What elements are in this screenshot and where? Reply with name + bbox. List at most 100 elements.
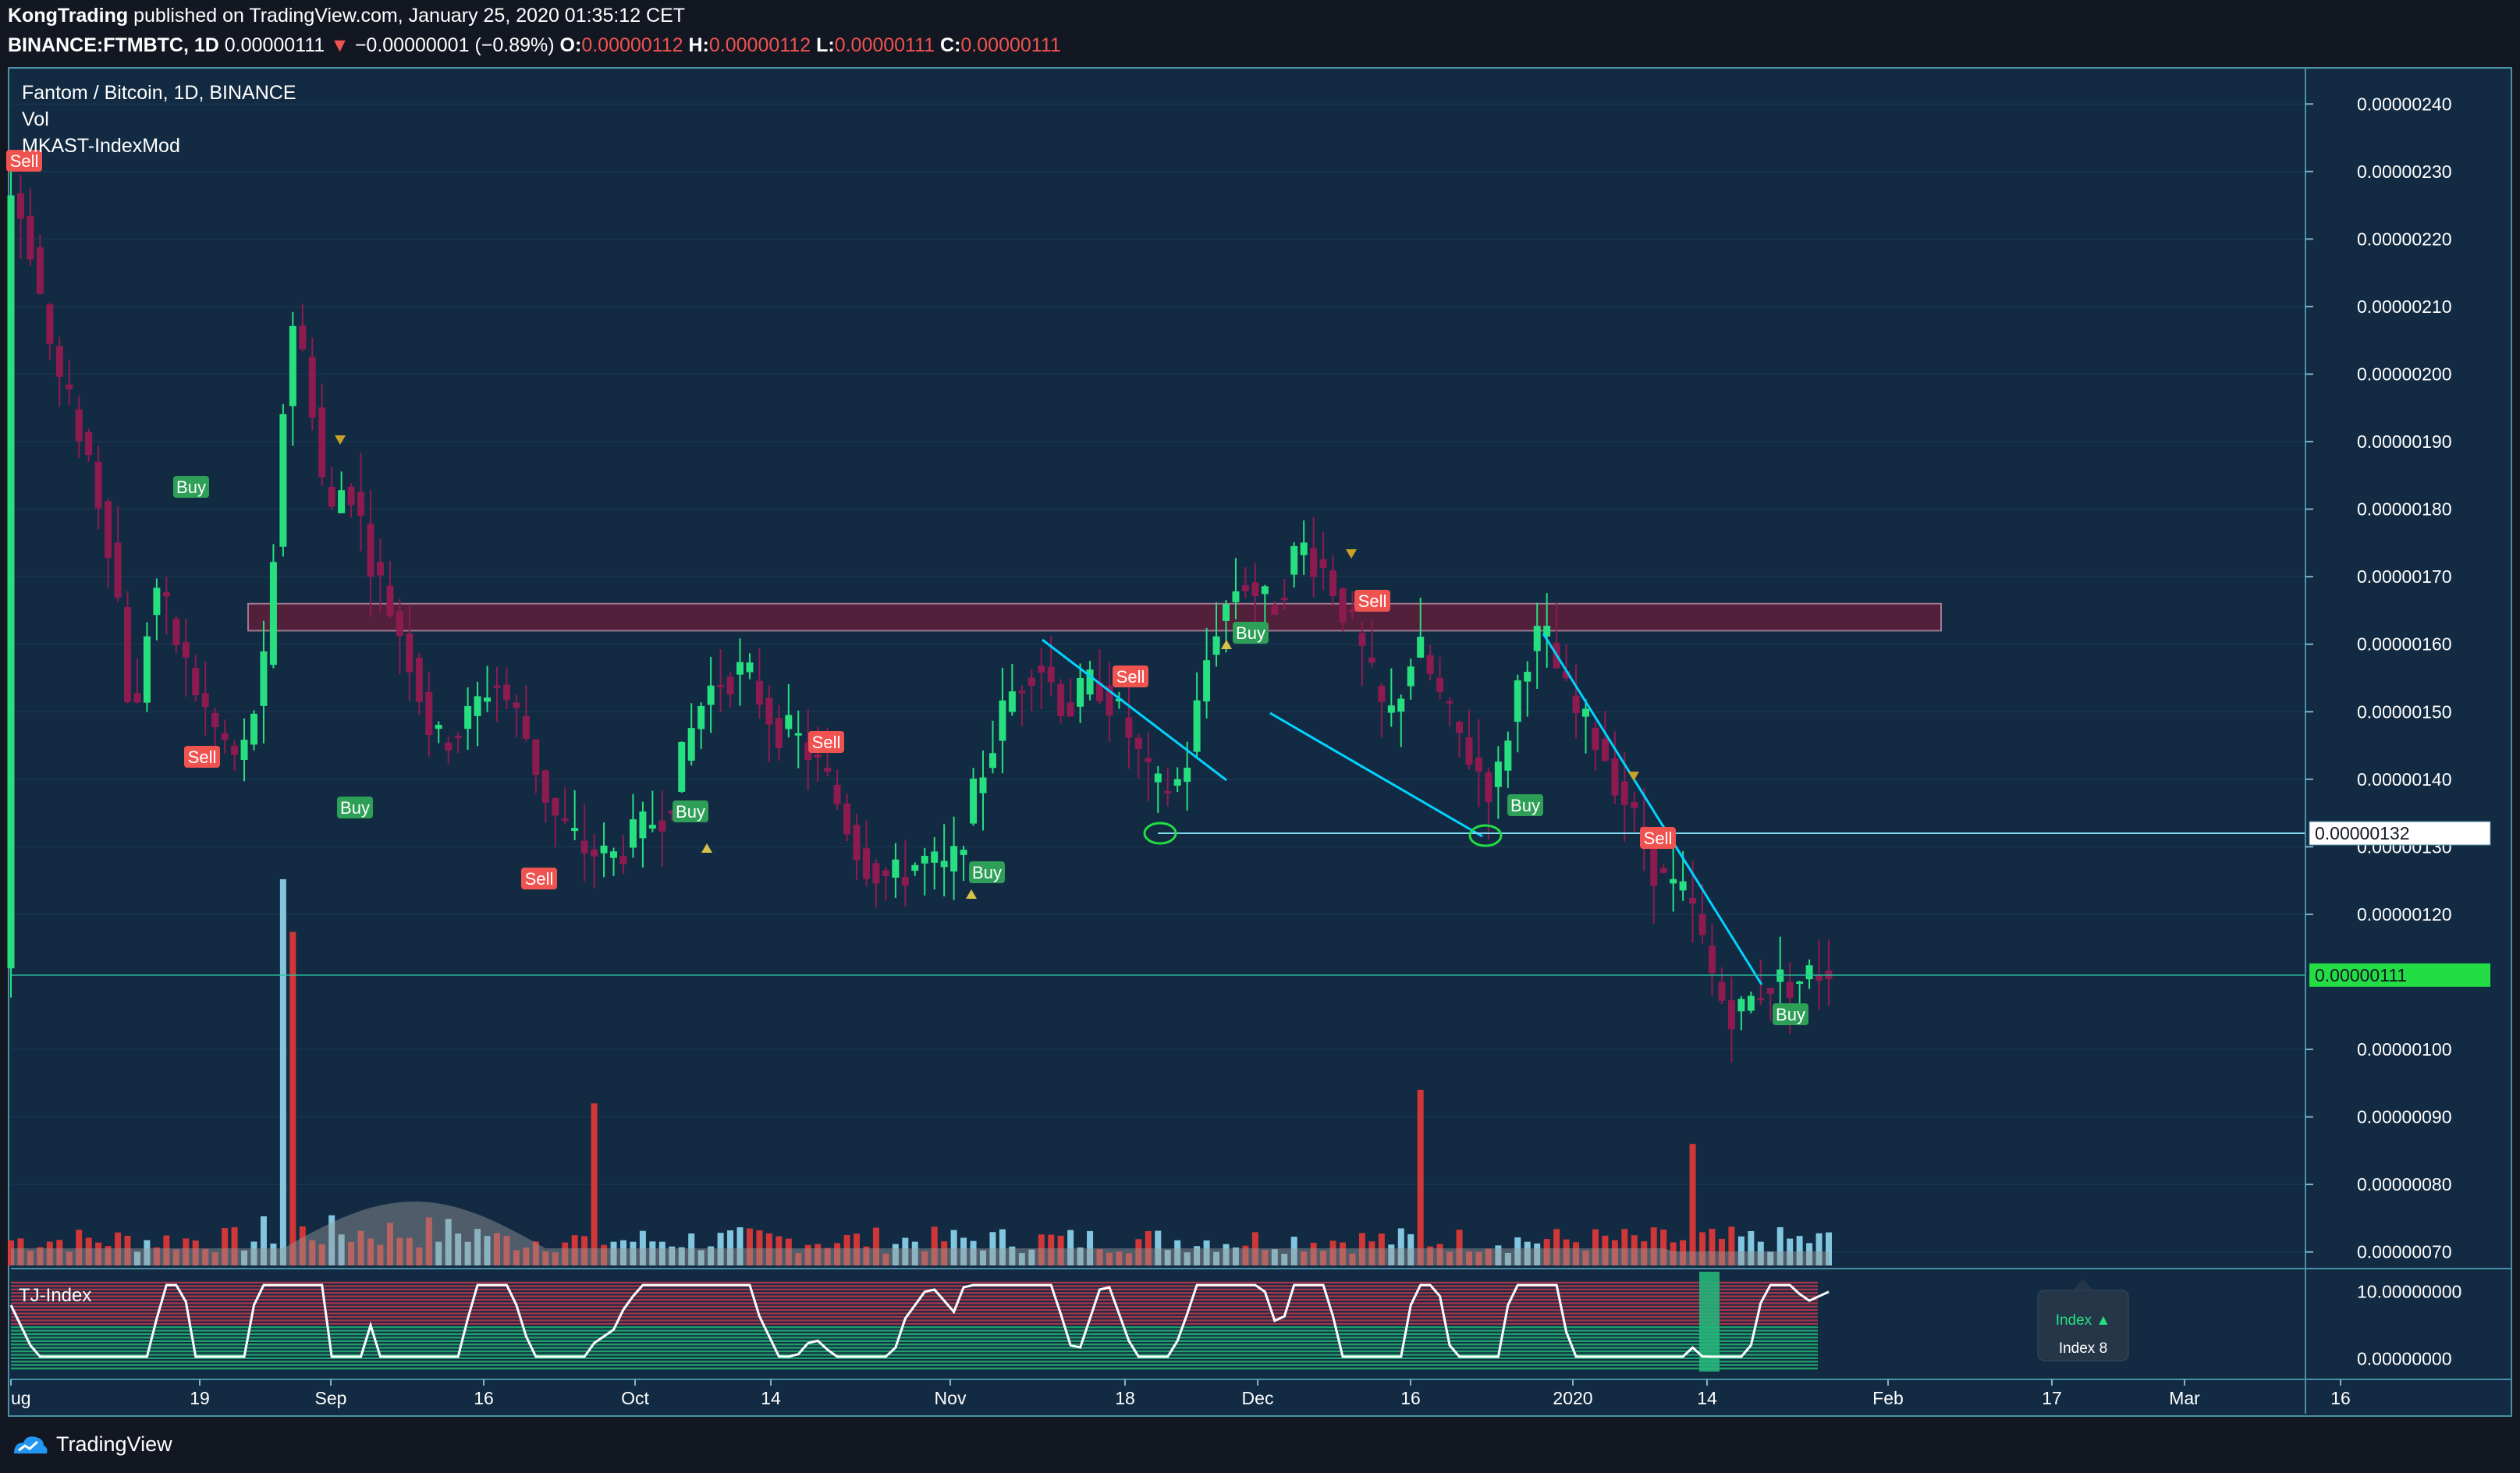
candle-body <box>425 691 433 736</box>
candle-body <box>1067 702 1074 717</box>
candle-body <box>367 524 374 577</box>
tradingview-logo-icon <box>14 1436 48 1453</box>
candle-body <box>240 740 248 760</box>
candle-body <box>406 633 413 673</box>
candle-body <box>1718 981 1726 1001</box>
candle-body <box>1709 946 1716 974</box>
sell-signal: Sell <box>808 731 844 753</box>
trendline[interactable] <box>1542 633 1763 985</box>
candle-body <box>376 562 384 576</box>
signal-label: Buy <box>1236 623 1265 643</box>
candle-body <box>610 851 618 858</box>
candle-body <box>911 864 919 871</box>
candle-body <box>717 684 725 687</box>
candle-body <box>1038 665 1045 673</box>
candle-body <box>571 828 579 832</box>
price-tick-label: 0.00000190 <box>2357 431 2452 452</box>
candle-body <box>1572 695 1580 714</box>
buy-signal: Buy <box>173 476 209 498</box>
candle-body <box>1329 570 1337 596</box>
candle-body <box>736 662 744 675</box>
candle-body <box>1339 588 1347 623</box>
candle-body <box>1407 666 1414 687</box>
price-tick-label: 0.00000140 <box>2357 769 2452 790</box>
candle-body <box>726 676 734 695</box>
candle-body <box>1387 705 1395 713</box>
candle-body <box>250 713 257 745</box>
resistance-zone[interactable] <box>247 602 1942 632</box>
candle-body <box>328 486 335 507</box>
volume-bar <box>591 1103 598 1265</box>
candle-body <box>1796 981 1804 985</box>
candle-body <box>357 492 365 516</box>
candle-body <box>260 651 268 706</box>
candle-body <box>124 607 132 702</box>
signal-label: Sell <box>1116 667 1145 687</box>
brand-name: TradingView <box>56 1432 172 1456</box>
time-tick-label: 16 <box>474 1388 494 1408</box>
signal-triangle <box>335 435 346 445</box>
candle-body <box>892 859 900 878</box>
candle-body <box>1533 626 1541 651</box>
candle-body <box>338 490 346 513</box>
time-tick-label: Oct <box>621 1388 649 1408</box>
candle-body <box>921 855 928 864</box>
price-chart[interactable]: Sell Buy Sell Buy Sell Buy Sell Buy Sell Buy Sell B… <box>0 0 2520 1418</box>
candle-body <box>853 825 861 861</box>
candle-body <box>999 700 1006 741</box>
price-tick-label: 0.00000170 <box>2357 566 2452 587</box>
time-tick-label: Feb <box>1872 1388 1904 1408</box>
signal-label: Buy <box>340 798 370 818</box>
volume-legend[interactable]: Vol <box>22 108 49 130</box>
candle-body <box>541 770 549 803</box>
price-tick-label: 0.00000180 <box>2357 499 2452 520</box>
candle-body <box>882 870 889 876</box>
candle-body <box>1368 657 1375 663</box>
candle-body <box>1786 981 1794 998</box>
price-tick-label: 0.00000080 <box>2357 1174 2452 1194</box>
candle-body <box>591 849 598 857</box>
candle-body <box>1456 722 1464 733</box>
sell-signal: Sell <box>184 746 220 768</box>
sell-signal: Sell <box>1354 590 1390 612</box>
candle-body <box>1261 586 1269 595</box>
candle-body <box>105 501 112 559</box>
indicator-legend[interactable]: MKAST-IndexMod <box>22 135 180 157</box>
sell-signal: Sell <box>521 868 557 889</box>
candle-body <box>1465 737 1473 765</box>
volume-bar <box>289 932 296 1265</box>
candle-body <box>1047 666 1055 683</box>
candle-body <box>532 739 540 776</box>
candle-body <box>1737 999 1745 1012</box>
candle-body <box>1290 545 1298 575</box>
signal-label: Buy <box>1510 796 1540 815</box>
support-price-label: 0.00000132 <box>2315 823 2410 843</box>
brand[interactable]: TradingView <box>11 1432 172 1457</box>
candle-body <box>1057 683 1065 716</box>
oscillator-legend[interactable]: TJ-Index <box>19 1285 91 1306</box>
signal-label: Sell <box>1358 591 1387 611</box>
candle-body <box>1670 878 1677 884</box>
candle-body <box>950 846 958 871</box>
candle-body <box>1426 655 1434 674</box>
trendline[interactable] <box>1269 712 1483 838</box>
chart-title[interactable]: Fantom / Bitcoin, 1D, BINANCE <box>22 82 296 104</box>
candle-body <box>1300 542 1308 555</box>
oscillator-tick-label: 0.00000000 <box>2357 1348 2452 1368</box>
candle-body <box>687 728 695 761</box>
signal-label: Sell <box>1644 829 1673 848</box>
candle-body <box>970 778 978 824</box>
candle-body <box>1620 781 1628 805</box>
candle-body <box>639 811 647 839</box>
candle-body <box>1727 1000 1735 1030</box>
sell-signal: Sell <box>1113 666 1148 687</box>
buy-signal: Buy <box>1507 794 1543 816</box>
candle-body <box>347 486 355 506</box>
candle-body <box>1378 686 1386 702</box>
signal-triangle <box>701 843 712 853</box>
candle-body <box>707 685 715 705</box>
candle-body <box>85 431 93 456</box>
candle-body <box>1524 672 1532 682</box>
candle-body <box>1193 700 1201 752</box>
candle-body <box>182 642 190 658</box>
